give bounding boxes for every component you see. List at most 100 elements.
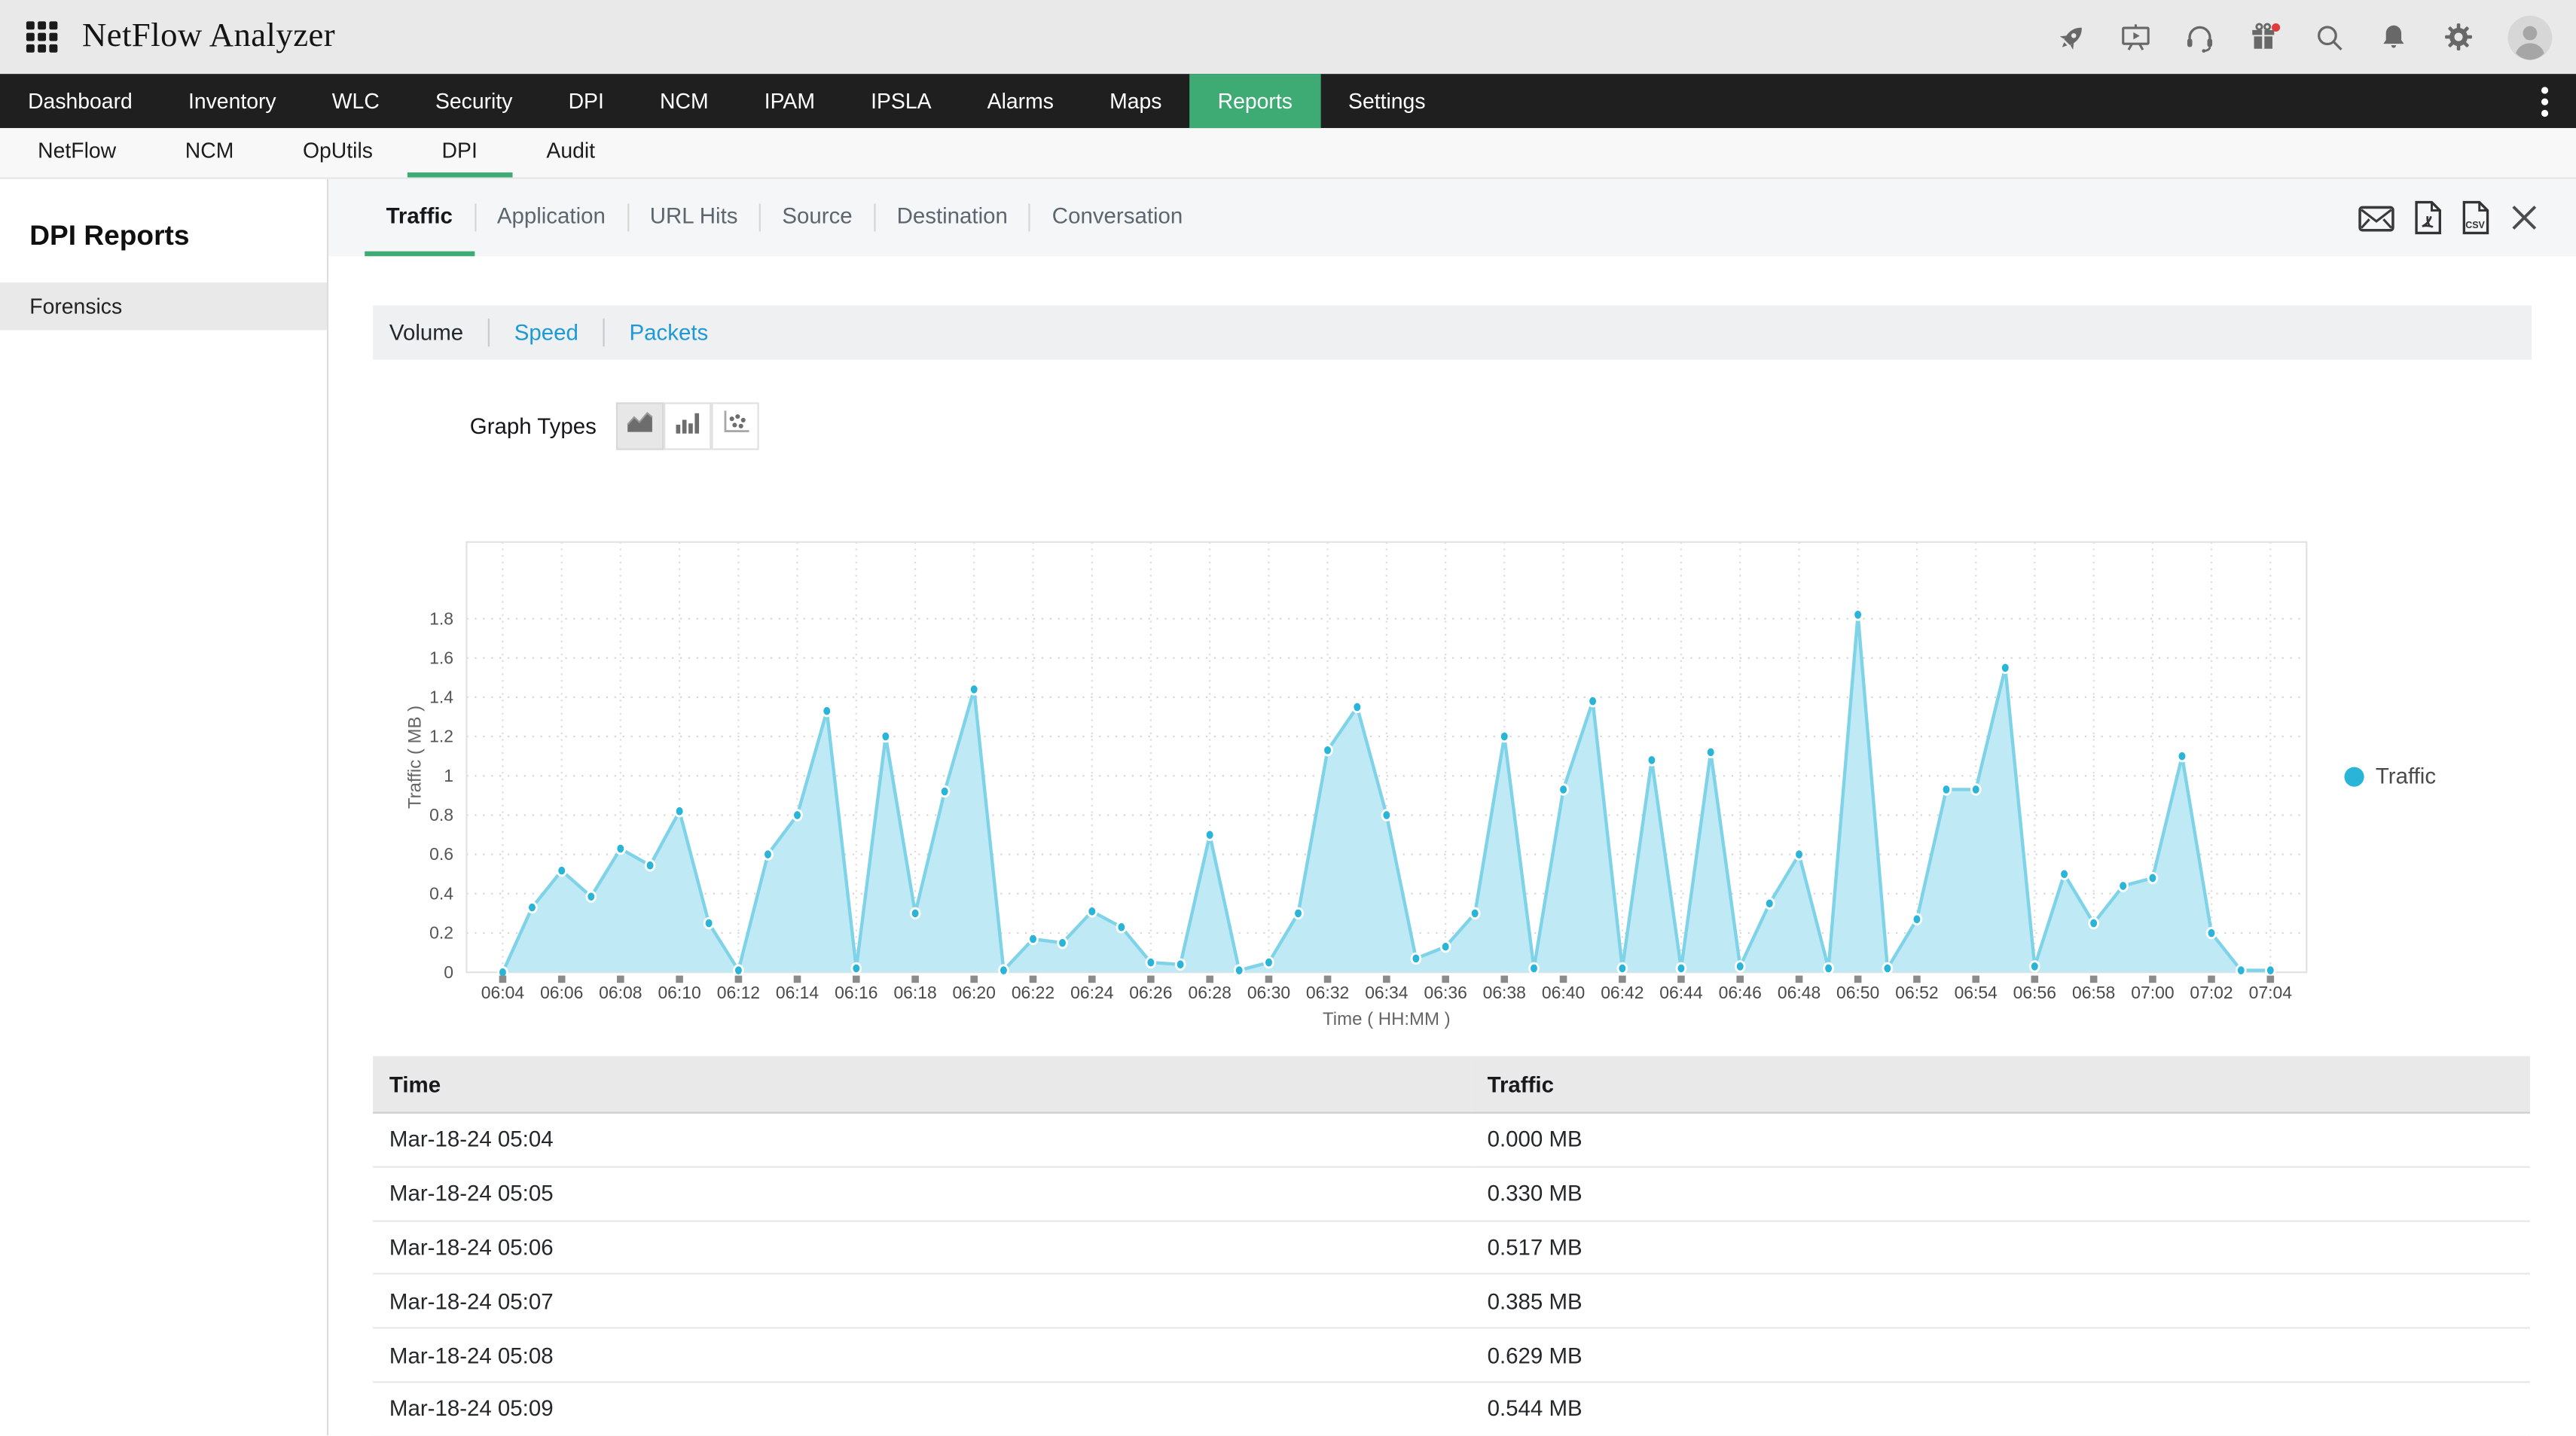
cell-traffic: 0.385 MB xyxy=(1471,1274,2530,1328)
email-icon[interactable] xyxy=(2358,201,2395,234)
svg-text:07:02: 07:02 xyxy=(2190,983,2233,1002)
kebab-menu-icon[interactable] xyxy=(2513,74,2576,128)
svg-text:0.8: 0.8 xyxy=(429,805,453,825)
metric-tab-speed[interactable]: Speed xyxy=(490,320,603,345)
nav-item-maps[interactable]: Maps xyxy=(1082,74,1190,128)
gift-icon[interactable] xyxy=(2248,20,2282,54)
close-icon[interactable] xyxy=(2509,202,2540,233)
graph-type-bar[interactable] xyxy=(664,402,711,450)
module-tab-audit[interactable]: Audit xyxy=(512,128,630,177)
chart-legend[interactable]: Traffic xyxy=(2344,764,2436,788)
nav-item-dpi[interactable]: DPI xyxy=(540,74,631,128)
sidebar: DPI Reports Forensics xyxy=(0,179,328,1436)
table-body: Mar-18-24 05:040.000 MBMar-18-24 05:050.… xyxy=(373,1113,2530,1436)
graph-type-area[interactable] xyxy=(616,402,664,450)
svg-text:06:28: 06:28 xyxy=(1189,983,1232,1002)
nav-item-security[interactable]: Security xyxy=(407,74,541,128)
svg-text:06:54: 06:54 xyxy=(1955,983,1998,1002)
metric-tab-volume[interactable]: Volume xyxy=(373,320,488,345)
tab-url-hits[interactable]: URL Hits xyxy=(628,179,758,257)
tab-destination[interactable]: Destination xyxy=(875,179,1029,257)
module-tab-dpi[interactable]: DPI xyxy=(407,128,512,177)
cell-traffic: 0.000 MB xyxy=(1471,1113,2530,1167)
module-tab-ncm[interactable]: NCM xyxy=(151,128,268,177)
svg-text:CSV: CSV xyxy=(2465,220,2485,230)
report-tabs-bar: TrafficApplicationURL HitsSourceDestinat… xyxy=(328,179,2576,257)
tab-conversation[interactable]: Conversation xyxy=(1030,179,1204,257)
csv-export-icon[interactable]: CSV xyxy=(2461,200,2490,235)
svg-text:0: 0 xyxy=(444,962,453,982)
cell-time: Mar-18-24 05:05 xyxy=(373,1166,1471,1221)
table-row: Mar-18-24 05:040.000 MB xyxy=(373,1113,2530,1167)
svg-text:06:38: 06:38 xyxy=(1483,983,1526,1002)
nav-item-ipam[interactable]: IPAM xyxy=(737,74,843,128)
sidebar-item-forensics[interactable]: Forensics xyxy=(0,282,327,330)
nav-item-reports[interactable]: Reports xyxy=(1190,74,1320,128)
search-icon[interactable] xyxy=(2313,20,2346,53)
table-row: Mar-18-24 05:080.629 MB xyxy=(373,1328,2530,1383)
area-chart-svg: 06:0406:0606:0806:1006:1206:1406:1606:18… xyxy=(394,529,2333,1051)
svg-text:06:42: 06:42 xyxy=(1601,983,1644,1002)
svg-text:06:56: 06:56 xyxy=(2013,983,2056,1002)
nav-item-inventory[interactable]: Inventory xyxy=(160,74,304,128)
svg-text:0.6: 0.6 xyxy=(429,844,453,864)
svg-text:1.6: 1.6 xyxy=(429,648,453,667)
rocket-icon[interactable] xyxy=(2056,20,2089,53)
user-avatar[interactable] xyxy=(2507,14,2553,60)
svg-text:06:50: 06:50 xyxy=(1836,983,1879,1002)
content-row: DPI Reports Forensics TrafficApplication… xyxy=(0,179,2576,1436)
svg-text:06:22: 06:22 xyxy=(1012,983,1055,1002)
nav-item-wlc[interactable]: WLC xyxy=(304,74,407,128)
graph-types-label: Graph Types xyxy=(470,414,597,439)
nav-item-ncm[interactable]: NCM xyxy=(632,74,737,128)
svg-text:Time ( HH:MM ): Time ( HH:MM ) xyxy=(1323,1009,1451,1029)
svg-text:06:58: 06:58 xyxy=(2072,983,2115,1002)
export-icons: CSV xyxy=(2358,200,2540,235)
nav-item-dashboard[interactable]: Dashboard xyxy=(0,74,160,128)
headset-icon[interactable] xyxy=(2184,20,2217,53)
svg-text:06:32: 06:32 xyxy=(1306,983,1349,1002)
module-tab-netflow[interactable]: NetFlow xyxy=(3,128,151,177)
tab-source[interactable]: Source xyxy=(761,179,874,257)
table-header-row: Time Traffic xyxy=(373,1056,2530,1112)
col-header-time[interactable]: Time xyxy=(373,1056,1471,1112)
app-grid-icon[interactable] xyxy=(26,21,57,52)
graph-type-buttons xyxy=(616,402,759,450)
svg-text:06:16: 06:16 xyxy=(835,983,877,1002)
cell-time: Mar-18-24 05:08 xyxy=(373,1328,1471,1383)
svg-text:Traffic ( MB ): Traffic ( MB ) xyxy=(404,706,425,809)
svg-text:06:18: 06:18 xyxy=(893,983,936,1002)
topbar: NetFlow Analyzer xyxy=(0,0,2576,74)
table-row: Mar-18-24 05:050.330 MB xyxy=(373,1166,2530,1221)
settings-gear-icon[interactable] xyxy=(2441,20,2476,54)
cell-traffic: 0.544 MB xyxy=(1471,1382,2530,1436)
tab-traffic[interactable]: Traffic xyxy=(365,179,474,257)
svg-text:1: 1 xyxy=(444,766,453,785)
svg-text:06:20: 06:20 xyxy=(953,983,996,1002)
report-tabs: TrafficApplicationURL HitsSourceDestinat… xyxy=(365,179,1204,257)
main-panel: TrafficApplicationURL HitsSourceDestinat… xyxy=(328,179,2576,1436)
nav-item-settings[interactable]: Settings xyxy=(1320,74,1454,128)
svg-text:06:40: 06:40 xyxy=(1542,983,1585,1002)
svg-text:06:08: 06:08 xyxy=(599,983,642,1002)
legend-marker-icon xyxy=(2344,766,2364,785)
pdf-export-icon[interactable] xyxy=(2413,200,2443,235)
col-header-traffic[interactable]: Traffic xyxy=(1471,1056,2530,1112)
legend-label: Traffic xyxy=(2376,764,2436,788)
module-tab-oputils[interactable]: OpUtils xyxy=(268,128,407,177)
notifications-bell-icon[interactable] xyxy=(2377,20,2410,53)
svg-text:06:34: 06:34 xyxy=(1365,983,1409,1002)
nav-item-alarms[interactable]: Alarms xyxy=(960,74,1082,128)
table-row: Mar-18-24 05:070.385 MB xyxy=(373,1274,2530,1328)
metric-tab-packets[interactable]: Packets xyxy=(605,320,733,345)
svg-text:06:10: 06:10 xyxy=(658,983,700,1002)
presentation-icon[interactable] xyxy=(2120,20,2153,53)
svg-text:1.8: 1.8 xyxy=(429,608,453,628)
svg-text:06:14: 06:14 xyxy=(776,983,819,1002)
app-title: NetFlow Analyzer xyxy=(82,18,335,56)
nav-item-ipsla[interactable]: IPSLA xyxy=(843,74,960,128)
tab-application[interactable]: Application xyxy=(475,179,627,257)
topbar-icons xyxy=(2056,14,2560,60)
svg-text:06:52: 06:52 xyxy=(1895,983,1938,1002)
graph-type-scatter[interactable] xyxy=(712,402,759,450)
